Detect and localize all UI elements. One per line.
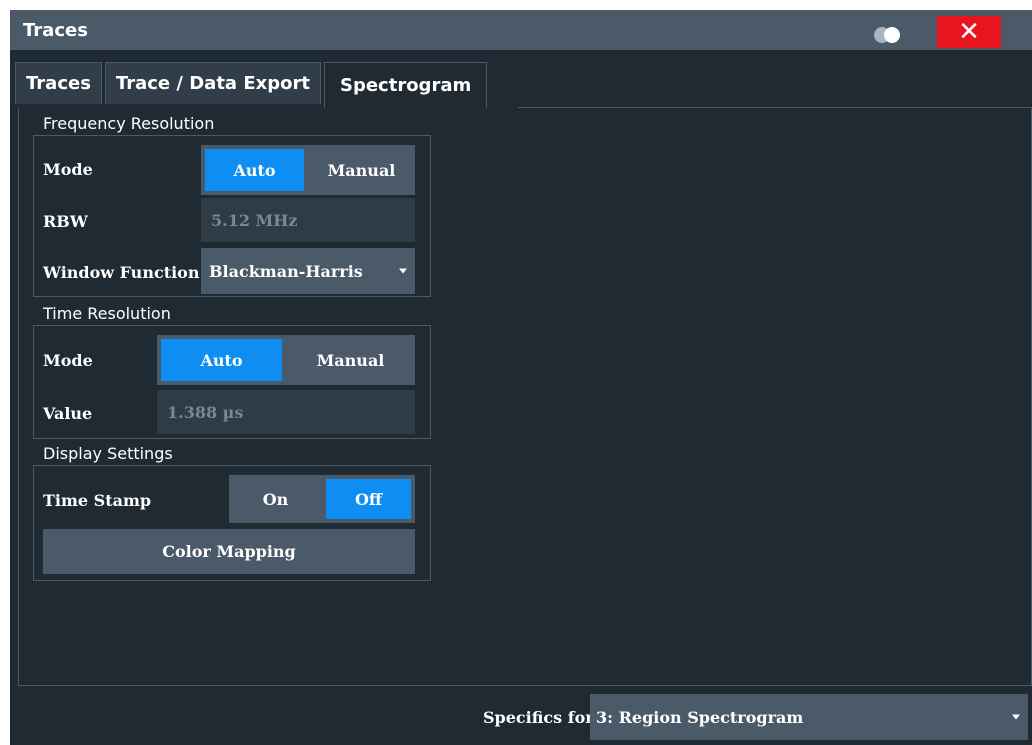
close-icon: ✕: [958, 17, 980, 47]
rbw-label: RBW: [43, 212, 88, 231]
tab-trace-data-export[interactable]: Trace / Data Export: [104, 62, 321, 104]
freq-mode-label: Mode: [43, 160, 93, 179]
toggle-transparency-icon[interactable]: [870, 25, 910, 45]
time-stamp-on-button[interactable]: On: [233, 479, 318, 519]
display-settings-title: Display Settings: [43, 444, 173, 463]
title-bar: Traces ✕: [10, 10, 1032, 50]
specifics-value: 3: Region Spectrogram: [596, 707, 804, 727]
window-function-dropdown[interactable]: Blackman-Harris: [201, 248, 415, 294]
rbw-field[interactable]: 5.12 MHz: [201, 198, 415, 242]
color-mapping-button[interactable]: Color Mapping: [43, 529, 415, 574]
specifics-for-label: Specifics for: [483, 708, 594, 727]
time-mode-label: Mode: [43, 351, 93, 370]
specifics-dropdown[interactable]: 3: Region Spectrogram: [590, 694, 1028, 740]
tab-bar: Traces Trace / Data Export Spectrogram: [15, 62, 490, 108]
time-value-field[interactable]: 1.388 µs: [157, 390, 415, 434]
time-stamp-label: Time Stamp: [43, 491, 152, 510]
window-function-value: Blackman-Harris: [209, 261, 363, 281]
tab-traces[interactable]: Traces: [15, 62, 102, 104]
frequency-resolution-title: Frequency Resolution: [43, 114, 215, 133]
freq-mode-toggle: Auto Manual: [201, 145, 415, 195]
time-mode-auto-button[interactable]: Auto: [161, 339, 282, 381]
freq-mode-auto-button[interactable]: Auto: [205, 149, 304, 191]
window-function-label: Window Function: [43, 263, 200, 282]
spectrogram-panel: Frequency Resolution Mode Auto Manual RB…: [18, 108, 1032, 686]
chevron-down-icon: [1012, 714, 1020, 720]
tab-spectrogram[interactable]: Spectrogram: [323, 62, 488, 108]
freq-mode-manual-button[interactable]: Manual: [312, 149, 411, 191]
close-button[interactable]: ✕: [937, 16, 1001, 48]
time-mode-toggle: Auto Manual: [157, 335, 415, 385]
window-title: Traces: [23, 19, 88, 41]
traces-dialog: Traces ✕ Traces Trace / Data Export Spec…: [10, 10, 1032, 745]
chevron-down-icon: [399, 268, 407, 274]
time-resolution-title: Time Resolution: [43, 304, 171, 323]
time-mode-manual-button[interactable]: Manual: [290, 339, 411, 381]
time-value-label: Value: [43, 404, 93, 423]
time-stamp-off-button[interactable]: Off: [326, 479, 411, 519]
time-stamp-toggle: On Off: [229, 475, 415, 523]
